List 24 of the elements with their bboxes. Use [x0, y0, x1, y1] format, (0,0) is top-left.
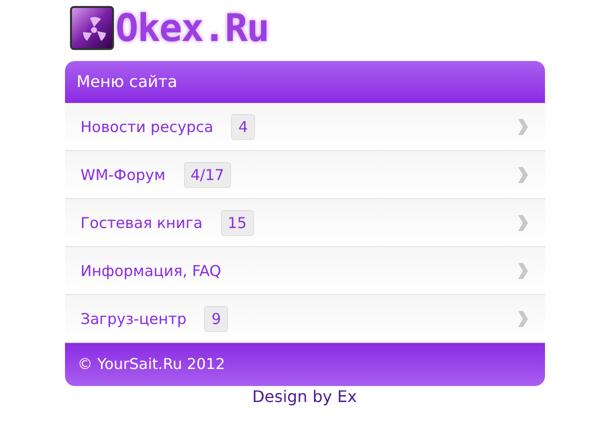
chevron-icon	[516, 214, 528, 232]
menu-header: Меню сайта	[64, 61, 544, 103]
menu-item[interactable]: Новости ресурса 4	[64, 103, 544, 151]
menu-item-label: Загруз-центр	[80, 310, 186, 328]
count-badge: 4/17	[184, 162, 232, 188]
chevron-icon	[516, 310, 528, 328]
menu-item[interactable]: WM-Форум 4/17	[64, 151, 544, 199]
radiation-icon	[70, 6, 114, 50]
copyright-text: © YourSait.Ru 2012	[78, 355, 226, 373]
credit-text: Design by Ex	[251, 387, 358, 406]
count-badge: 9	[204, 306, 228, 332]
logo-text: Okex.Ru	[116, 6, 269, 50]
menu-item[interactable]: Информация, FAQ	[64, 247, 544, 295]
count-badge: 15	[220, 210, 254, 236]
chevron-icon	[516, 262, 528, 280]
menu-item[interactable]: Загруз-центр 9	[64, 295, 544, 343]
menu-item[interactable]: Гостевая книга 15	[64, 199, 544, 247]
menu-item-label: Информация, FAQ	[80, 262, 222, 280]
chevron-icon	[516, 166, 528, 184]
menu-item-label: Гостевая книга	[80, 214, 203, 232]
chevron-icon	[516, 118, 528, 136]
menu-item-label: Новости ресурса	[80, 118, 214, 136]
menu-item-label: WM-Форум	[80, 166, 166, 184]
count-badge: 4	[231, 114, 255, 140]
